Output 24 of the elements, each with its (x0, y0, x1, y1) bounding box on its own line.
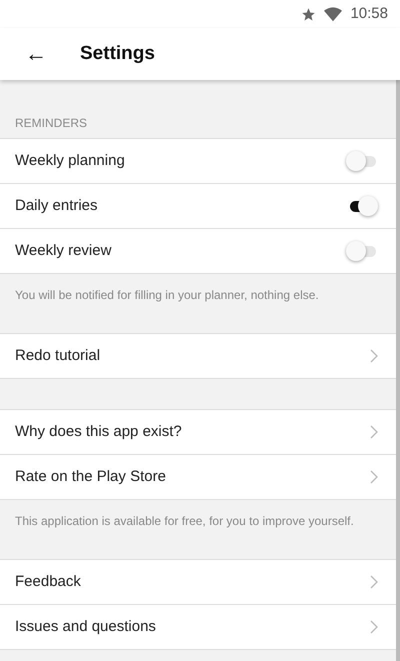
chevron-icon (370, 470, 378, 484)
section-header: REMINDERS (14, 115, 88, 132)
row-label: Feedback (15, 572, 81, 592)
row-label: Rate on the Play Store (15, 466, 166, 487)
row-label: Why does this app exist? (15, 422, 182, 442)
row-label: Weekly review (15, 240, 112, 261)
star-icon (301, 6, 316, 22)
chevron-icon (370, 425, 378, 439)
wifi-icon (324, 6, 342, 22)
chevron-icon (370, 349, 378, 363)
screen-title: Settings (80, 42, 155, 66)
toggle-switch[interactable] (346, 151, 378, 171)
row-label: Issues and questions (15, 616, 156, 637)
toggle-switch[interactable] (346, 241, 378, 261)
footer-note: You will be notified for filling in your planner, nothing else. (14, 287, 320, 304)
chevron-icon (370, 620, 378, 634)
row-label: Daily entries (15, 196, 98, 216)
scrollbar[interactable] (396, 80, 400, 661)
row-label: Redo tutorial (15, 346, 100, 366)
back-button[interactable]: ← (8, 43, 64, 65)
row-label: Weekly planning (15, 150, 125, 171)
status-time: 10:58 (350, 4, 388, 24)
footer-note: This application is available for free, for you to improve yourself. (14, 513, 355, 530)
chevron-icon (370, 575, 378, 589)
